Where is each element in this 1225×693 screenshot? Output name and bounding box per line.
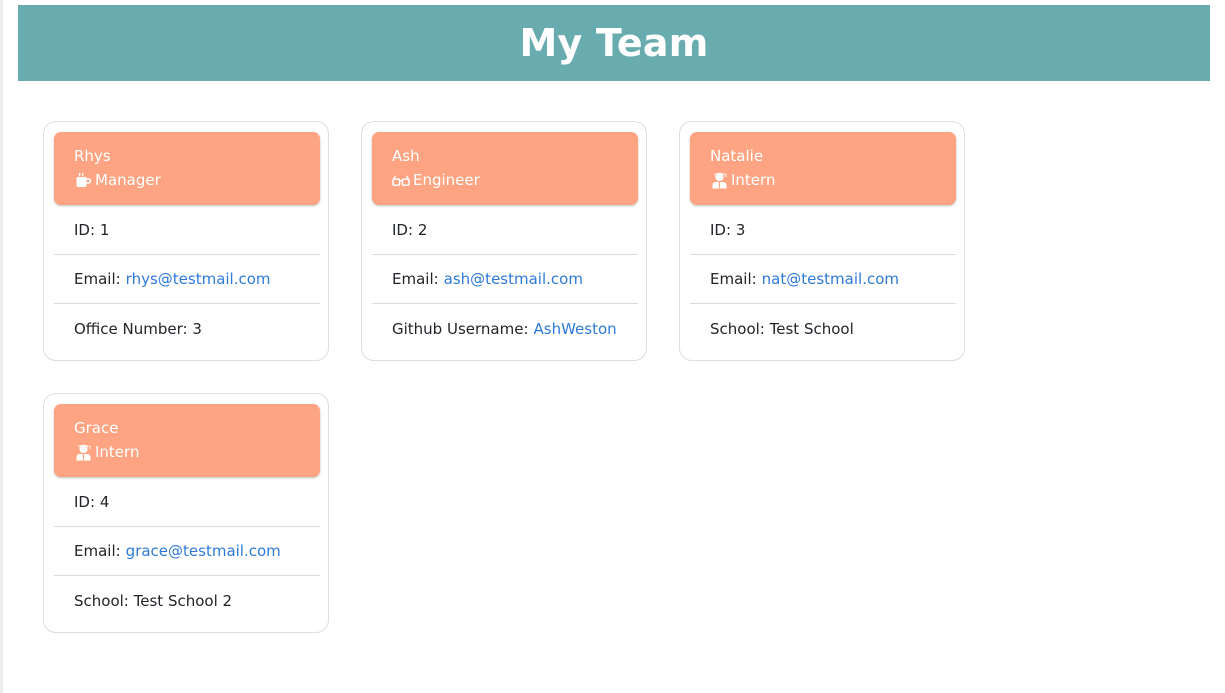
employee-card: Rhys Manager ID: 1 Email: rhys@testmail.c…	[43, 121, 329, 361]
employee-name: Grace	[74, 419, 119, 437]
email-link[interactable]: nat@testmail.com	[762, 270, 899, 288]
role-label: Intern	[95, 443, 140, 461]
list-item: School: Test School	[690, 304, 956, 353]
school-value: Test School	[769, 319, 854, 338]
email-link[interactable]: ash@testmail.com	[444, 270, 583, 288]
employee-role: Intern	[710, 170, 956, 190]
employee-role: Manager	[74, 170, 320, 190]
email-label: Email:	[392, 270, 439, 288]
list-item: Email: nat@testmail.com	[690, 255, 956, 304]
email-link[interactable]: grace@testmail.com	[126, 542, 281, 560]
employee-details: ID: 4 Email: grace@testmail.com School: T…	[54, 478, 320, 625]
employee-role: Intern	[74, 442, 320, 462]
github-label: Github Username:	[392, 319, 529, 338]
list-item: Email: ash@testmail.com	[372, 255, 638, 304]
id-value: 3	[735, 221, 746, 239]
school-value: Test School 2	[133, 591, 233, 610]
page-title: My Team	[519, 21, 709, 65]
employee-details: ID: 1 Email: rhys@testmail.com Office Num…	[54, 206, 320, 353]
list-item: ID: 2	[372, 206, 638, 255]
id-label: ID:	[710, 221, 732, 239]
list-item: ID: 4	[54, 478, 320, 527]
list-item: School: Test School 2	[54, 576, 320, 625]
list-item: Email: grace@testmail.com	[54, 527, 320, 576]
school-label: School:	[710, 319, 765, 338]
email-label: Email:	[74, 270, 121, 288]
id-label: ID:	[392, 221, 414, 239]
github-link[interactable]: AshWeston	[534, 320, 617, 338]
list-item: Email: rhys@testmail.com	[54, 255, 320, 304]
card-header: Natalie Intern	[690, 132, 956, 205]
card-header: Grace Intern	[54, 404, 320, 477]
office-number-value: 3	[192, 319, 202, 338]
glasses-icon	[392, 171, 410, 189]
employee-details: ID: 2 Email: ash@testmail.com Github User…	[372, 206, 638, 353]
email-label: Email:	[710, 270, 757, 288]
employee-card: Ash Engineer ID: 2 Email: ash@testmail.co…	[361, 121, 647, 361]
role-label: Intern	[731, 171, 776, 189]
graduate-icon	[74, 443, 92, 461]
id-value: 2	[417, 221, 428, 239]
header-banner: My Team	[18, 5, 1210, 81]
card-header: Ash Engineer	[372, 132, 638, 205]
email-link[interactable]: rhys@testmail.com	[126, 270, 271, 288]
id-value: 1	[99, 221, 110, 239]
office-number-label: Office Number:	[74, 319, 188, 338]
employee-details: ID: 3 Email: nat@testmail.com School: Tes…	[690, 206, 956, 353]
list-item: ID: 3	[690, 206, 956, 255]
employee-role: Engineer	[392, 170, 638, 190]
employee-card: Grace Intern ID: 4 Email: grace@testmail.…	[43, 393, 329, 633]
employee-name: Rhys	[74, 147, 111, 165]
id-label: ID:	[74, 221, 96, 239]
list-item: Github Username: AshWeston	[372, 304, 638, 353]
employee-name: Ash	[392, 147, 420, 165]
graduate-icon	[710, 171, 728, 189]
role-label: Manager	[95, 171, 161, 189]
card-header: Rhys Manager	[54, 132, 320, 205]
role-label: Engineer	[413, 171, 480, 189]
mug-icon	[74, 171, 92, 189]
list-item: ID: 1	[54, 206, 320, 255]
page-edge	[0, 0, 3, 693]
id-value: 4	[99, 493, 110, 511]
email-label: Email:	[74, 542, 121, 560]
employee-name: Natalie	[710, 147, 764, 165]
school-label: School:	[74, 591, 129, 610]
employee-card: Natalie Intern ID: 3 Email: nat@testmail.…	[679, 121, 965, 361]
list-item: Office Number: 3	[54, 304, 320, 353]
id-label: ID:	[74, 493, 96, 511]
